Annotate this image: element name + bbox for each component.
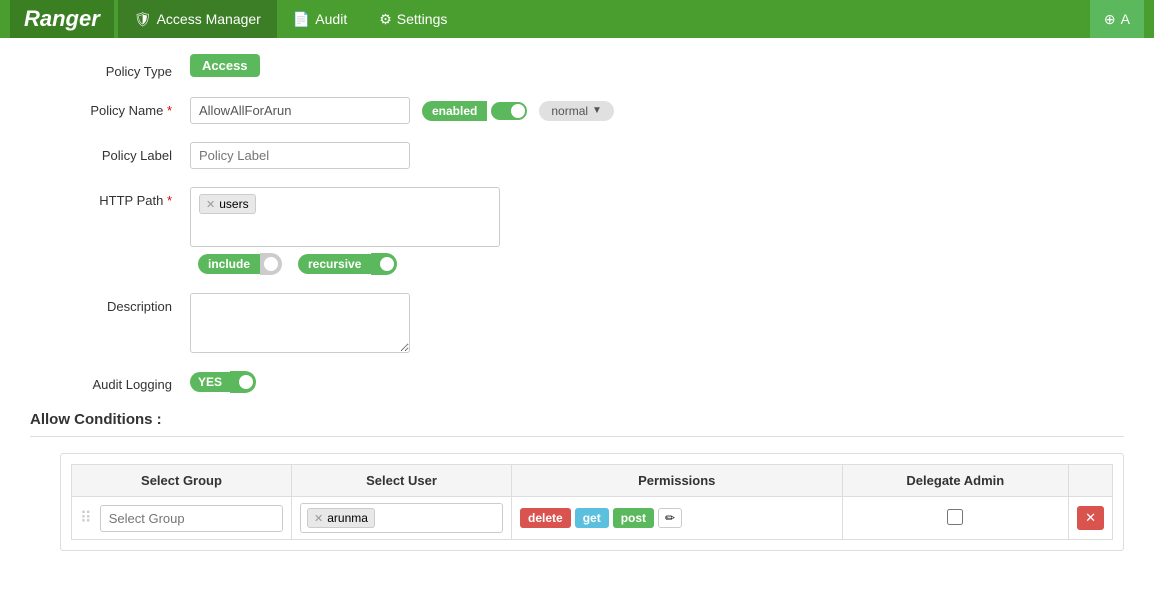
user-tag-label: arunma xyxy=(327,511,368,525)
http-path-label: HTTP Path * xyxy=(30,187,190,208)
http-path-box[interactable]: ✕ users xyxy=(190,187,500,247)
perm-post-badge: post xyxy=(613,508,654,528)
policy-label-label: Policy Label xyxy=(30,142,190,163)
permissions-cell: delete get post ✏ xyxy=(512,497,843,540)
user-tag-arunma: ✕ arunma xyxy=(307,508,375,528)
policy-label-input[interactable] xyxy=(190,142,410,169)
enabled-switch[interactable] xyxy=(491,102,527,120)
delete-row-button[interactable]: ✕ xyxy=(1077,506,1104,530)
include-toggle[interactable]: include xyxy=(198,253,282,275)
policy-label-row: Policy Label xyxy=(30,142,1124,169)
path-toggles: include recursive xyxy=(190,253,500,275)
policy-name-label: Policy Name * xyxy=(30,97,190,118)
nav-settings[interactable]: ⚙ Settings xyxy=(363,0,463,38)
recursive-switch[interactable] xyxy=(371,253,397,275)
policy-name-field-group: enabled normal ▼ xyxy=(190,97,614,124)
gear-icon: ⚙ xyxy=(379,11,392,28)
col-user-header: Select User xyxy=(292,465,512,497)
tag-label: users xyxy=(219,197,248,211)
top-right-button[interactable]: ⊕ A xyxy=(1090,0,1144,38)
policy-type-label: Policy Type xyxy=(30,58,190,79)
description-row: Description xyxy=(30,293,1124,353)
user-cell: ✕ arunma xyxy=(292,497,512,540)
audit-logging-label: Audit Logging xyxy=(30,371,190,392)
doc-icon: 📄 xyxy=(293,11,310,28)
recursive-label: recursive xyxy=(298,254,371,274)
http-path-required: * xyxy=(167,193,172,208)
app-brand[interactable]: Ranger xyxy=(10,0,114,38)
audit-yes-label: YES xyxy=(190,372,230,392)
policy-type-badge: Access xyxy=(190,54,260,77)
enabled-toggle[interactable]: enabled xyxy=(422,101,527,121)
policy-name-required: * xyxy=(167,103,172,118)
allow-conditions-section: Allow Conditions : Select Group Select U… xyxy=(30,411,1124,551)
delegate-admin-checkbox[interactable] xyxy=(947,509,963,525)
tag-remove-icon[interactable]: ✕ xyxy=(206,198,215,211)
http-path-row: HTTP Path * ✕ users include recursive xyxy=(30,187,1124,275)
enabled-label: enabled xyxy=(422,101,487,121)
policy-type-row: Policy Type Access xyxy=(30,58,1124,79)
perm-get-badge: get xyxy=(575,508,609,528)
perm-edit-button[interactable]: ✏ xyxy=(658,508,682,528)
select-group-input[interactable] xyxy=(100,505,283,532)
policy-type-field: Access xyxy=(190,58,260,73)
include-switch[interactable] xyxy=(260,253,282,275)
col-delegate-header: Delegate Admin xyxy=(842,465,1069,497)
http-path-tag-users: ✕ users xyxy=(199,194,256,214)
nav-access-manager[interactable]: 🛡 Access Manager xyxy=(118,0,277,38)
policy-name-input[interactable] xyxy=(190,97,410,124)
audit-logging-toggle[interactable]: YES xyxy=(190,371,256,393)
shield-icon: 🛡 xyxy=(134,11,152,28)
col-group-header: Select Group xyxy=(72,465,292,497)
audit-switch[interactable] xyxy=(230,371,256,393)
http-path-field-group: ✕ users include recursive xyxy=(190,187,500,275)
action-cell: ✕ xyxy=(1069,497,1113,540)
delegate-cell xyxy=(842,497,1069,540)
audit-logging-row: Audit Logging YES xyxy=(30,371,1124,393)
nav-audit[interactable]: 📄 Audit xyxy=(277,0,363,38)
top-right-label: A xyxy=(1121,11,1130,27)
allow-conditions-title: Allow Conditions : xyxy=(30,411,1124,437)
policy-name-row: Policy Name * enabled normal ▼ xyxy=(30,97,1124,124)
description-input[interactable] xyxy=(190,293,410,353)
perm-delete-badge: delete xyxy=(520,508,571,528)
drag-handle-icon[interactable]: ⠿ xyxy=(80,508,96,528)
nav-settings-label: Settings xyxy=(397,11,448,27)
col-action-header xyxy=(1069,465,1113,497)
nav-access-manager-label: Access Manager xyxy=(157,11,261,27)
conditions-table: Select Group Select User Permissions Del… xyxy=(71,464,1113,540)
top-right-icon: ⊕ xyxy=(1104,11,1116,28)
dropdown-icon: ▼ xyxy=(592,105,602,116)
main-content: Policy Type Access Policy Name * enabled… xyxy=(0,38,1154,571)
include-label: include xyxy=(198,254,260,274)
user-tag-container[interactable]: ✕ arunma xyxy=(300,503,503,533)
conditions-container: Select Group Select User Permissions Del… xyxy=(60,453,1124,551)
navbar: Ranger 🛡 Access Manager 📄 Audit ⚙ Settin… xyxy=(0,0,1154,38)
table-row: ⠿ ✕ arunma xyxy=(72,497,1113,540)
nav-audit-label: Audit xyxy=(315,11,347,27)
description-label: Description xyxy=(30,293,190,314)
conditions-table-header: Select Group Select User Permissions Del… xyxy=(72,465,1113,497)
normal-label: normal xyxy=(551,104,588,118)
group-cell: ⠿ xyxy=(72,497,292,540)
normal-badge: normal ▼ xyxy=(539,101,614,121)
recursive-toggle[interactable]: recursive xyxy=(298,253,397,275)
user-tag-remove-icon[interactable]: ✕ xyxy=(314,512,323,525)
col-permissions-header: Permissions xyxy=(512,465,843,497)
